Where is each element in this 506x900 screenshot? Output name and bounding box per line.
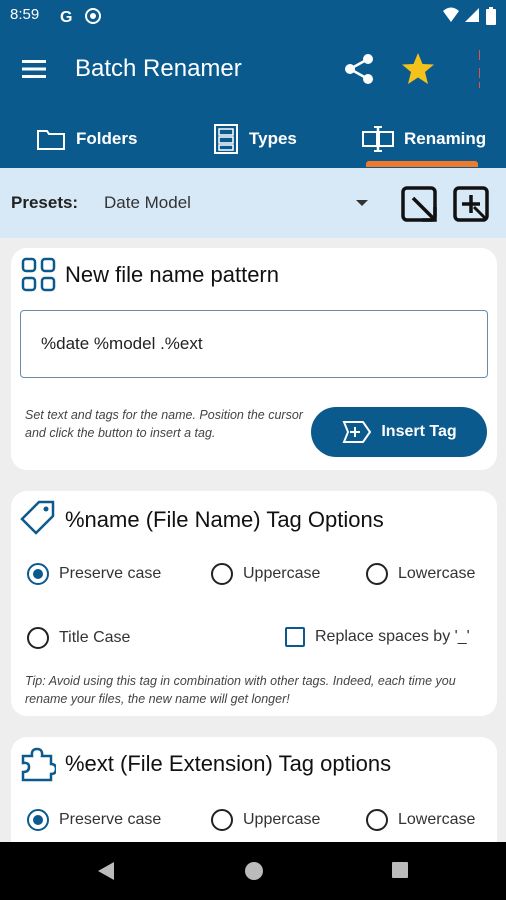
tab-folders[interactable]: Folders (36, 110, 137, 168)
pattern-card: New file name pattern %date %model .%ext… (11, 248, 497, 470)
share-icon[interactable] (342, 52, 376, 90)
ext-uppercase-radio[interactable]: Uppercase (211, 809, 320, 831)
presets-label: Presets: (11, 193, 79, 212)
name-uppercase-label: Uppercase (243, 565, 321, 582)
presets-dropdown[interactable]: Date Model (104, 193, 191, 213)
name-title-case-radio[interactable]: Title Case (27, 627, 130, 649)
ext-lowercase-label: Lowercase (398, 811, 476, 828)
file-cabinet-icon (214, 124, 238, 154)
ext-preserve-case-label: Preserve case (59, 811, 162, 828)
presets-bar: Presets: Date Model (0, 168, 506, 238)
name-tag-tip: Tip: Avoid using this tag in combination… (25, 674, 456, 706)
radio-indicator (27, 627, 49, 649)
radio-indicator (366, 563, 388, 585)
name-preserve-case-radio[interactable]: Preserve case (27, 563, 161, 585)
insert-tag-button[interactable]: Insert Tag (311, 407, 487, 457)
checkbox-box (285, 627, 305, 647)
sync-icon (84, 7, 102, 29)
ext-preserve-case-radio[interactable]: Preserve case (27, 809, 161, 831)
pattern-input[interactable]: %date %model .%ext (20, 310, 488, 378)
name-lowercase-label: Lowercase (398, 565, 476, 582)
name-tag-card-title: %name (File Name) Tag Options (65, 507, 384, 532)
name-tag-card: %name (File Name) Tag Options Preserve c… (11, 491, 497, 716)
svg-text:G: G (60, 9, 72, 25)
status-time: 8:59 (10, 6, 40, 23)
tab-folders-label: Folders (76, 129, 138, 148)
tab-types-label: Types (249, 129, 297, 148)
radio-selected-indicator (27, 809, 49, 831)
tab-renaming-label: Renaming (404, 129, 487, 148)
ext-uppercase-label: Uppercase (243, 811, 321, 828)
pattern-help-text: Set text and tags for the name. Position… (25, 408, 303, 440)
name-preserve-case-label: Preserve case (59, 565, 162, 582)
google-icon: G (58, 7, 76, 29)
menu-icon[interactable] (22, 59, 48, 83)
radio-indicator (211, 563, 233, 585)
star-icon[interactable] (400, 51, 436, 91)
export-preset-icon[interactable] (400, 185, 438, 227)
battery-icon (486, 7, 496, 29)
tab-bar: Folders Types Renaming (0, 110, 506, 168)
home-icon[interactable] (244, 861, 264, 885)
radio-selected-indicator (27, 563, 49, 585)
tab-types[interactable]: Types (213, 110, 297, 168)
signal-icon (464, 7, 480, 27)
tab-renaming[interactable]: Renaming (362, 110, 486, 168)
app-title: Batch Renamer (75, 55, 242, 82)
grid-icon (21, 257, 57, 297)
replace-spaces-label: Replace spaces by '_' (315, 628, 470, 645)
overflow-edge (478, 50, 482, 94)
back-icon[interactable] (96, 861, 116, 885)
rename-icon (362, 126, 394, 152)
ext-tag-card: %ext (File Extension) Tag options Preser… (11, 737, 497, 857)
ext-tag-card-title: %ext (File Extension) Tag options (65, 751, 392, 776)
replace-spaces-checkbox[interactable]: Replace spaces by '_' (285, 627, 470, 647)
app-bar: Batch Renamer (0, 32, 506, 110)
name-uppercase-radio[interactable]: Uppercase (211, 563, 320, 585)
add-preset-icon[interactable] (452, 185, 490, 227)
puzzle-icon (20, 746, 58, 786)
pattern-card-title: New file name pattern (65, 262, 279, 287)
radio-indicator (211, 809, 233, 831)
name-lowercase-radio[interactable]: Lowercase (366, 563, 475, 585)
wifi-icon (442, 7, 460, 27)
name-title-case-label: Title Case (59, 629, 131, 646)
tab-indicator (366, 161, 478, 167)
ext-lowercase-radio[interactable]: Lowercase (366, 809, 475, 831)
status-bar: 8:59 G (0, 0, 506, 32)
system-nav-bar (0, 842, 506, 900)
recents-icon[interactable] (391, 861, 409, 883)
radio-indicator (366, 809, 388, 831)
tag-icon (19, 499, 57, 541)
insert-tag-label: Insert Tag (381, 423, 457, 440)
chevron-down-icon[interactable] (356, 200, 368, 206)
folder-icon (37, 130, 65, 150)
insert-tag-icon (342, 421, 372, 443)
